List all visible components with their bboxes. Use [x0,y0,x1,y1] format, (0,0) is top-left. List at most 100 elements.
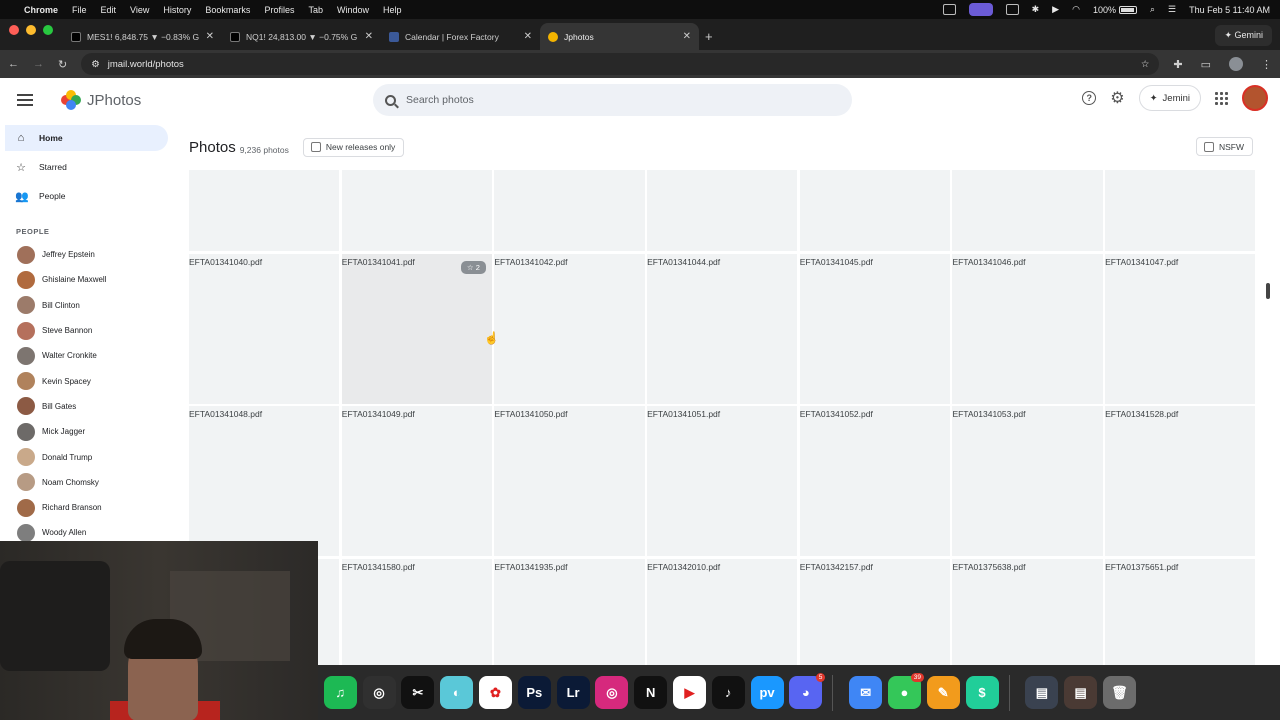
photo-tile[interactable]: EFTA01341528.pdf [1105,406,1256,557]
photo-tile[interactable] [647,170,798,251]
settings-gear-icon[interactable]: ⚙ [1110,88,1124,108]
photo-tile[interactable]: EFTA01341050.pdf [494,406,645,557]
app-logo[interactable]: JPhotos [61,90,141,110]
folder-icon[interactable]: ▤ [1064,676,1098,709]
photo-tile[interactable] [341,170,492,251]
play-icon[interactable]: ▶ [1052,4,1059,15]
tiktok-icon[interactable]: ♪ [711,676,745,709]
menu-edit[interactable]: Edit [101,5,117,15]
star-count-badge[interactable]: ☆ 2 [460,260,486,274]
clock[interactable]: Thu Feb 5 11:40 AM [1189,5,1270,15]
reload-icon[interactable]: ↻ [58,58,67,71]
close-tab-icon[interactable]: ✕ [683,31,691,42]
app-icon[interactable]: ◐ [440,676,474,709]
bookmark-star-icon[interactable]: ☆ [1141,59,1150,70]
menu-help[interactable]: Help [383,5,402,15]
gemini-button[interactable]: ✦ Gemini [1215,25,1272,46]
extensions-icon[interactable]: ✚ [1173,58,1182,71]
prime-video-icon[interactable]: pv [750,676,784,709]
sidebar-person-item[interactable]: Richard Branson [0,495,176,520]
photo-tile[interactable]: EFTA01341042.pdf [494,253,645,404]
menu-file[interactable]: File [72,5,87,15]
menu-tab[interactable]: Tab [308,5,323,15]
discord-icon[interactable]: ◕ 5 [789,673,826,709]
mail-icon[interactable]: ✉ [849,676,883,709]
sidebar-person-item[interactable]: Kevin Spacey [0,368,176,393]
photo-tile[interactable] [1105,170,1256,251]
photo-tile[interactable]: EFTA01341046.pdf [952,253,1103,404]
sidebar-person-item[interactable]: Noam Chomsky [0,470,176,495]
profile-avatar[interactable] [1229,57,1243,71]
chatgpt-icon[interactable]: ✿ [478,676,512,709]
photo-tile[interactable]: EFTA01341040.pdf [189,253,340,404]
control-center-icon[interactable]: ☰ [1168,4,1176,15]
close-tab-icon[interactable]: ✕ [365,31,373,42]
new-tab-button[interactable]: + [705,29,713,44]
photo-tile[interactable]: EFTA01342010.pdf [647,558,798,665]
sidebar-person-item[interactable]: Donald Trump [0,444,176,469]
photo-tile[interactable]: EFTA01341935.pdf [494,558,645,665]
menu-window[interactable]: Window [337,5,369,15]
sidebar-person-item[interactable]: Jeffrey Epstein [0,242,176,267]
status-icon[interactable] [942,4,956,15]
close-window-button[interactable] [9,24,19,35]
help-icon[interactable]: ? [1082,91,1097,105]
new-releases-checkbox[interactable]: New releases only [302,137,405,157]
address-bar[interactable]: ⚙ jmail.world/photos ☆ [81,53,1160,75]
menu-history[interactable]: History [163,5,191,15]
photo-tile[interactable]: EFTA01341044.pdf [647,253,798,404]
maximize-window-button[interactable] [43,24,53,35]
menu-app-name[interactable]: Chrome [24,5,58,15]
sidebar-person-item[interactable]: Bill Clinton [0,293,176,318]
apps-grid-icon[interactable] [1215,91,1228,105]
menu-bookmarks[interactable]: Bookmarks [205,5,250,15]
photoshop-icon[interactable]: Ps [517,676,551,709]
account-avatar[interactable] [1242,85,1268,111]
tab-search-icon[interactable]: ▭ [1201,58,1211,71]
photo-tile[interactable]: EFTA01341047.pdf [1105,253,1256,404]
photo-tile[interactable]: EFTA01341049.pdf [341,406,492,557]
wifi-icon[interactable]: ◠ [1072,4,1080,15]
browser-menu-icon[interactable]: ⋮ [1261,58,1272,71]
photo-tile[interactable]: EFTA01375638.pdf [952,558,1103,665]
status-app-icon[interactable] [968,3,993,16]
photo-tile[interactable]: EFTA01341045.pdf [799,253,950,404]
folder-icon[interactable]: ▤ [1025,676,1059,709]
spotlight-search-icon[interactable]: ⌕ [1150,4,1155,15]
photo-tile[interactable]: EFTA01341052.pdf [799,406,950,557]
minimize-window-button[interactable] [26,24,36,35]
page-scrollbar[interactable] [1266,283,1270,299]
hamburger-menu-icon[interactable] [17,94,33,106]
bluetooth-icon[interactable]: ✱ [1032,4,1040,15]
sidebar-item-people[interactable]: 👥 People [5,183,168,209]
youtube-icon[interactable]: ▶ [672,676,706,709]
photo-tile[interactable]: EFTA01341580.pdf [341,558,492,665]
pages-icon[interactable]: ✎ [926,676,960,709]
sidebar-item-starred[interactable]: ☆ Starred [5,154,168,180]
capcut-icon[interactable]: ✂ [401,676,435,709]
back-icon[interactable]: ← [8,58,19,70]
photo-tile[interactable]: EFTA01375651.pdf [1105,558,1256,665]
photo-tile[interactable]: EFTA01342157.pdf [799,558,950,665]
sidebar-item-home[interactable]: ⌂ Home [5,125,168,151]
spotify-icon[interactable]: ♫ [323,676,357,709]
photo-tile[interactable] [494,170,645,251]
browser-tab[interactable]: NQ1! 24,813.00 ▼ −0.75% G ✕ [222,23,381,50]
robinhood-icon[interactable]: $ [965,676,999,709]
instagram-icon[interactable]: ◎ [595,676,629,709]
sidebar-person-item[interactable]: Steve Bannon [0,318,176,343]
trash-icon[interactable]: 🗑 [1102,676,1136,709]
url-text[interactable]: jmail.world/photos [108,59,184,70]
sidebar-person-item[interactable]: Walter Cronkite [0,343,176,368]
photo-tile[interactable]: EFTA01341051.pdf [647,406,798,557]
messages-icon[interactable]: ● 39 [887,673,924,709]
battery-status[interactable]: 100% [1093,5,1137,15]
jemini-button[interactable]: ✦ Jemini [1138,85,1201,111]
browser-tab-active[interactable]: Jphotos ✕ [540,23,699,50]
photo-tile[interactable] [189,170,340,251]
browser-tab[interactable]: MES1! 6,848.75 ▼ −0.83% G ✕ [63,23,222,50]
sidebar-person-item[interactable]: Mick Jagger [0,419,176,444]
photo-tile[interactable]: EFTA01341041.pdf ☆ 2 [341,253,492,404]
menu-view[interactable]: View [130,5,149,15]
photo-tile[interactable]: EFTA01341053.pdf [952,406,1103,557]
